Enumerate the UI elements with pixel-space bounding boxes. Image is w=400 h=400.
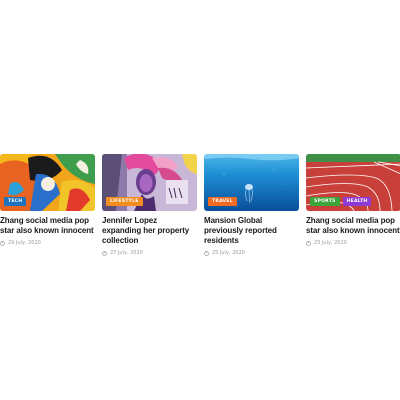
post-thumbnail[interactable]: LIFESTYLE	[102, 154, 197, 211]
clock-icon	[102, 250, 107, 256]
post-date: 23 July, 2020	[314, 240, 347, 246]
category-tag[interactable]: LIFESTYLE	[106, 197, 143, 206]
category-tag[interactable]: HEALTH	[342, 197, 372, 206]
category-tags: LIFESTYLE	[106, 197, 143, 206]
post-card[interactable]: LIFESTYLE Jennifer Lopez expanding her p…	[102, 154, 197, 256]
post-card[interactable]: TECH Zhang social media pop star also kn…	[0, 154, 95, 254]
post-date: 29 July, 2020	[8, 240, 41, 246]
category-tag[interactable]: TECH	[4, 197, 27, 206]
post-title[interactable]: Zhang social media pop star also known i…	[0, 216, 95, 236]
post-title[interactable]: Jennifer Lopez expanding her property co…	[102, 216, 197, 246]
clock-icon	[0, 240, 5, 246]
post-title[interactable]: Mansion Global previously reported resid…	[204, 216, 299, 246]
post-meta: 29 July, 2020	[0, 240, 95, 246]
category-tags: TECH	[4, 197, 27, 206]
post-meta: 25 July, 2020	[204, 250, 299, 256]
category-tags: TRAVEL	[208, 197, 237, 206]
post-thumbnail[interactable]: SPORTS HEALTH	[306, 154, 400, 211]
clock-icon	[204, 250, 209, 256]
post-card[interactable]: SPORTS HEALTH Zhang social media pop sta…	[306, 154, 400, 254]
post-grid: TECH Zhang social media pop star also kn…	[0, 154, 400, 256]
category-tag[interactable]: SPORTS	[310, 197, 340, 206]
post-title[interactable]: Zhang social media pop star also known i…	[306, 216, 400, 236]
post-thumbnail[interactable]: TECH	[0, 154, 95, 211]
post-meta: 27 July, 2020	[102, 250, 197, 256]
post-card[interactable]: TRAVEL Mansion Global previously reporte…	[204, 154, 299, 256]
post-meta: 23 July, 2020	[306, 240, 400, 246]
clock-icon	[306, 240, 311, 246]
category-tag[interactable]: TRAVEL	[208, 197, 237, 206]
category-tags: SPORTS HEALTH	[310, 197, 372, 206]
post-date: 25 July, 2020	[212, 250, 245, 256]
post-thumbnail[interactable]: TRAVEL	[204, 154, 299, 211]
post-date: 27 July, 2020	[110, 250, 143, 256]
